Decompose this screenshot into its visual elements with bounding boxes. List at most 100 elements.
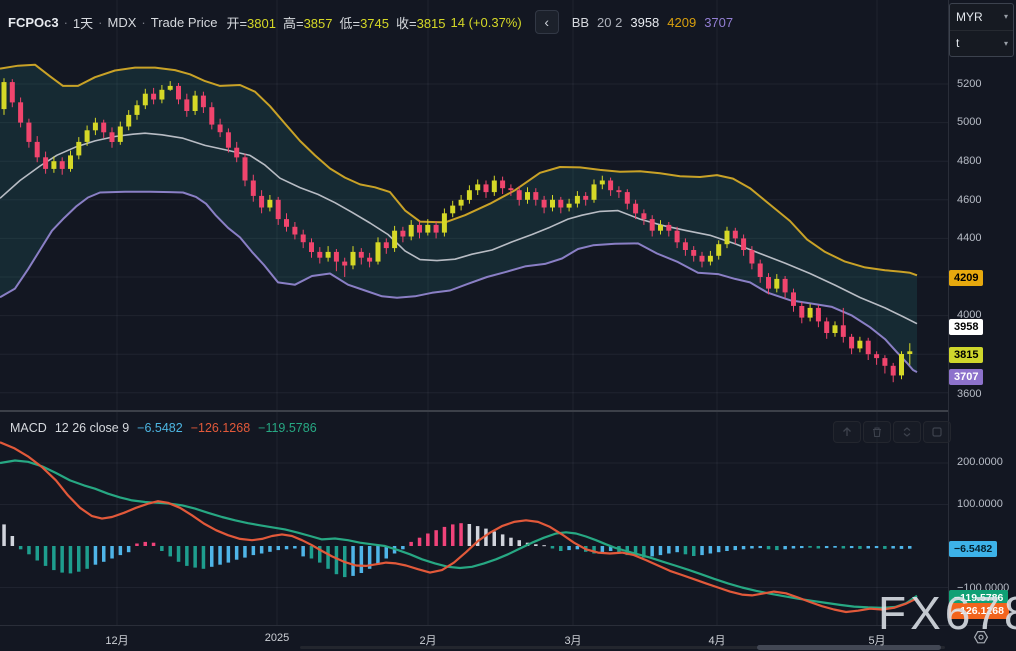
candle-body [500,181,505,189]
candle-body [168,86,173,90]
ohlc-item: 开=3801 [226,13,276,32]
time-axis-label: 12月 [105,632,128,648]
macd-value: −126.1268 [191,421,250,435]
price-axis-badge: 3815 [949,347,983,363]
price-axis-label: 4600 [957,194,981,206]
candle-body [384,242,389,248]
macd-histogram-bar [501,534,505,546]
candle-body [467,190,472,200]
macd-histogram-bar [567,546,571,550]
macd-histogram-bar [144,542,148,546]
candle-body [60,161,65,169]
pane-delete-button[interactable] [863,421,891,443]
bb-value: 3958 [630,15,659,30]
macd-histogram-bar [443,527,447,546]
ohlc-values: 开=3801高=3857低=3745收=3815 [226,13,445,32]
candle-body [251,181,256,196]
currency-dropdown[interactable]: MYR ▾ [950,4,1013,31]
candle-body [359,252,364,258]
candle-body [2,82,7,109]
candle-body [10,82,15,102]
collapse-icon [901,426,913,438]
candle-body [292,227,297,235]
candle-body [85,130,90,142]
candle-body [218,125,223,133]
candle-body [126,115,131,127]
candle-body [409,225,414,237]
candle-body [209,107,214,124]
macd-signal-line [0,461,917,608]
macd-histogram-bar [11,536,15,546]
time-axis-label: 5月 [868,632,885,648]
macd-histogram-bar [310,546,314,559]
pane-collapse-button[interactable] [893,421,921,443]
candle-body [666,225,671,231]
macd-histogram-bar [218,546,222,565]
macd-histogram-bar [243,546,247,558]
macd-histogram-bar [326,546,330,569]
legend-collapse-button[interactable]: ‹ [535,10,559,34]
pane-maximize-button[interactable] [923,421,951,443]
time-axis-settings-button[interactable] [971,628,991,648]
trash-icon [871,426,883,438]
candle-body [866,341,871,355]
candle-body [675,231,680,243]
macd-histogram-bar [551,546,555,549]
currency-value: MYR [956,10,983,24]
macd-histogram-bar [285,546,289,549]
candle-body [26,123,31,142]
ohlc-item: 高=3857 [283,13,333,32]
candle-body [575,196,580,204]
candle-body [417,225,422,233]
separator: · [64,15,68,30]
ohlc-value: 3801 [247,16,276,31]
macd-histogram-bar [534,544,538,546]
macd-histogram-bar [659,546,663,555]
bb-params: 20 2 [597,15,622,30]
macd-histogram-bar [235,546,239,560]
candle-body [201,96,206,108]
candle-body [658,225,663,231]
candle-body [766,277,771,289]
macd-histogram-bar [60,546,64,573]
macd-histogram-bar [351,546,355,576]
candle-body [633,204,638,214]
macd-histogram-bar [709,546,713,554]
arrow-up-icon [841,426,853,438]
macd-histogram-bar [675,546,679,552]
macd-values: −6.5482−126.1268−119.5786 [137,421,317,435]
maximize-icon [931,426,943,438]
candle-body [774,279,779,289]
price-axis-label: 5200 [957,78,981,90]
candle-body [899,354,904,375]
candle-body [799,306,804,318]
time-axis-label: 2025 [265,632,289,644]
macd-histogram-bar [867,546,871,549]
candle-body [650,219,655,231]
candle-body [18,102,23,122]
macd-histogram-bar [542,545,546,546]
candle-body [783,279,788,293]
macd-histogram-bar [418,538,422,546]
horizontal-scrollbar-thumb[interactable] [757,645,941,650]
macd-histogram-bar [27,546,31,554]
candle-body [608,181,613,191]
macd-axis-badge: −126.1268 [949,603,1009,619]
pane-separator[interactable] [0,410,1016,412]
macd-histogram-bar [692,546,696,556]
candle-body [317,252,322,258]
macd-params: 12 26 close 9 [55,421,129,435]
price-axis-badge: 3958 [949,319,983,335]
macd-histogram-bar [193,546,197,568]
unit-dropdown[interactable]: t ▾ [950,31,1013,57]
macd-histogram-bar [775,546,779,550]
pane-move-up-button[interactable] [833,421,861,443]
candle-body [808,308,813,318]
macd-histogram-bar [202,546,206,569]
macd-histogram-bar [210,546,214,567]
candle-body [475,184,480,190]
interval-label: 1天 [73,13,93,32]
chart-canvas[interactable] [0,0,1016,651]
bb-legend: BB 20 2 395842093707 [572,15,733,30]
macd-histogram-bar [767,546,771,549]
